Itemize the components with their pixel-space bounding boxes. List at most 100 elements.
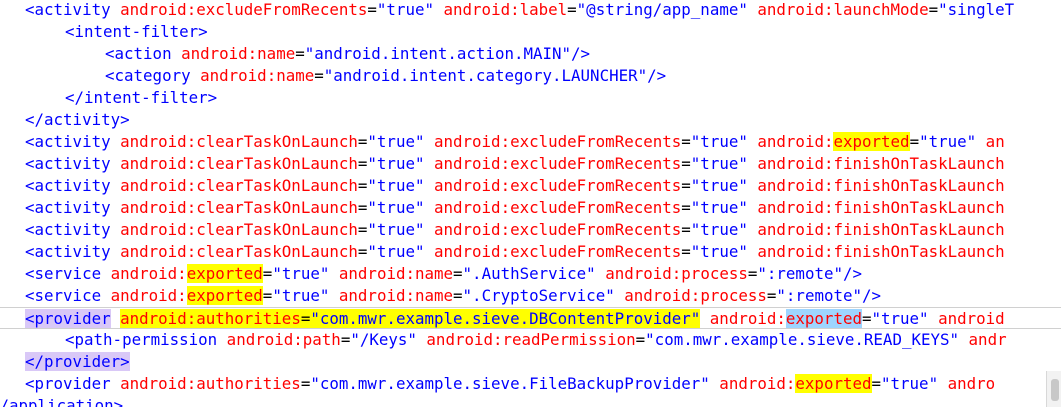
code-token-val: "true" <box>881 374 939 393</box>
code-token-val: "true" <box>690 220 748 239</box>
code-line-content: </activity> <box>25 109 130 131</box>
code-token-val: "true" <box>690 198 748 217</box>
code-token-tag: <path-permission <box>65 330 218 349</box>
code-line-content: <activity android:clearTaskOnLaunch="tru… <box>25 153 1005 175</box>
code-token-attr: android:clearTaskOnLaunch <box>110 132 358 151</box>
xml-code-editor[interactable]: <activity android:excludeFromRecents="tr… <box>0 0 1061 407</box>
code-token-attr: exported <box>186 264 263 283</box>
code-token-attr: android:clearTaskOnLaunch <box>110 154 358 173</box>
code-token-attr: android:excludeFromRecents <box>424 154 682 173</box>
code-line[interactable]: <path-permission android:path="/Keys" an… <box>0 329 1061 351</box>
code-token-tag: </provider> <box>25 352 130 371</box>
code-token-val: "true" <box>690 242 748 261</box>
code-token-eq: = <box>357 176 368 195</box>
code-line-content: </intent-filter> <box>65 87 217 109</box>
code-token-eq: = <box>681 154 691 173</box>
code-token-eq: = <box>567 0 577 19</box>
code-token-val: "true" <box>367 242 425 261</box>
code-token-attr: android:clearTaskOnLaunch <box>110 176 358 195</box>
code-token-tag: <action <box>105 44 172 63</box>
code-token-attr: android:excludeFromRecents <box>424 132 682 151</box>
code-line[interactable]: <category android:name="android.intent.c… <box>0 65 1061 87</box>
code-line[interactable]: </activity> <box>0 109 1061 131</box>
code-token-val: "com.mwr.example.sieve.READ_KEYS" <box>645 330 960 349</box>
code-line[interactable]: <service android:exported="true" android… <box>0 285 1061 307</box>
code-token-tag: <activity <box>25 154 111 173</box>
code-token-eq: = <box>357 132 368 151</box>
code-token-tag: <activity <box>25 176 111 195</box>
code-token-attr: android:process <box>614 286 767 305</box>
code-line-content: <service android:exported="true" android… <box>25 263 862 285</box>
code-line-content: <service android:exported="true" android… <box>25 285 881 307</box>
code-token-attr: andro <box>938 374 996 393</box>
code-line[interactable]: </provider> <box>0 351 1061 373</box>
code-line[interactable]: <activity android:clearTaskOnLaunch="tru… <box>0 153 1061 175</box>
code-token-tag: /> <box>571 44 591 63</box>
code-line[interactable]: <activity android:clearTaskOnLaunch="tru… <box>0 197 1061 219</box>
code-token-eq: = <box>357 198 368 217</box>
code-token-val: "com.mwr.example.sieve.FileBackupProvide… <box>310 374 710 393</box>
code-token-eq: = <box>681 132 691 151</box>
code-line[interactable]: <activity android:clearTaskOnLaunch="tru… <box>0 219 1061 241</box>
code-line-content: <intent-filter> <box>65 21 208 43</box>
code-token-tag: /> <box>862 286 882 305</box>
code-token-attr: android:name <box>329 264 454 283</box>
code-line[interactable]: <action android:name="android.intent.act… <box>0 43 1061 65</box>
code-token-attr: android <box>928 309 1005 328</box>
code-line-content: <activity android:clearTaskOnLaunch="tru… <box>25 131 1005 153</box>
code-line-content: <provider android:authorities="com.mwr.e… <box>25 373 995 395</box>
code-token-eq: = <box>340 330 351 349</box>
code-token-attr: android:finishOnTaskLaunch <box>747 198 1005 217</box>
code-line-content: <provider android:authorities="com.mwr.e… <box>25 308 1005 330</box>
code-token-val: "true" <box>272 286 330 305</box>
code-token-eq: = <box>928 0 939 19</box>
code-token-tag: <intent-filter> <box>65 22 208 41</box>
code-token-val: "android.intent.action.MAIN" <box>304 44 572 63</box>
code-token-eq: = <box>300 374 311 393</box>
code-line[interactable]: <activity android:excludeFromRecents="tr… <box>0 0 1061 21</box>
code-line[interactable]: <activity android:clearTaskOnLaunch="tru… <box>0 241 1061 263</box>
code-token-eq: = <box>747 264 758 283</box>
code-token-tag: </intent-filter> <box>65 88 218 107</box>
code-token-eq: = <box>861 309 872 328</box>
code-line[interactable]: <provider android:authorities="com.mwr.e… <box>0 307 1061 329</box>
code-line-content: <category android:name="android.intent.c… <box>105 65 666 87</box>
code-token-tag: </activity> <box>25 110 130 129</box>
code-line[interactable]: <intent-filter> <box>0 21 1061 43</box>
code-token-eq: = <box>357 242 368 261</box>
code-token-attr: android: <box>709 374 796 393</box>
code-token-tag: /> <box>647 66 667 85</box>
code-token-eq: = <box>357 154 368 173</box>
code-token-attr: android:authorities <box>110 374 301 393</box>
code-line[interactable]: </application> <box>0 395 1061 407</box>
code-line[interactable]: <activity android:clearTaskOnLaunch="tru… <box>0 175 1061 197</box>
code-token-tag: <activity <box>25 220 111 239</box>
code-token-eq: = <box>681 242 691 261</box>
code-line[interactable]: <service android:exported="true" android… <box>0 263 1061 285</box>
scrollbar-thumb[interactable] <box>1051 379 1059 401</box>
code-token-eq: = <box>262 264 273 283</box>
code-token-tag: <provider <box>25 374 111 393</box>
code-token-val: "true" <box>690 154 748 173</box>
code-token-attr: android: <box>101 286 187 305</box>
code-token-attr: android:excludeFromRecents <box>424 198 682 217</box>
code-token-val: ".AuthService" <box>462 264 596 283</box>
code-line[interactable]: <provider android:authorities="com.mwr.e… <box>0 373 1061 395</box>
code-token-eq: = <box>766 286 777 305</box>
code-token-eq: = <box>357 220 368 239</box>
code-token-attr: android:excludeFromRecents <box>424 242 682 261</box>
code-line-content: <activity android:clearTaskOnLaunch="tru… <box>25 197 1005 219</box>
code-token-attr: exported <box>785 309 862 328</box>
code-token-tag: <service <box>25 264 102 283</box>
code-token-tag: /> <box>843 264 863 283</box>
scrollbar[interactable] <box>1046 371 1061 407</box>
code-token-val: "true" <box>272 264 330 283</box>
code-line[interactable]: </intent-filter> <box>0 87 1061 109</box>
code-token-tag: <activity <box>25 132 111 151</box>
code-token-val: "true" <box>690 132 748 151</box>
code-token-val: ":remote" <box>776 286 863 305</box>
code-token-val: "true" <box>367 132 425 151</box>
code-token-attr: exported <box>795 374 872 393</box>
code-line[interactable]: <activity android:clearTaskOnLaunch="tru… <box>0 131 1061 153</box>
code-token-attr: android:excludeFromRecents <box>424 176 682 195</box>
